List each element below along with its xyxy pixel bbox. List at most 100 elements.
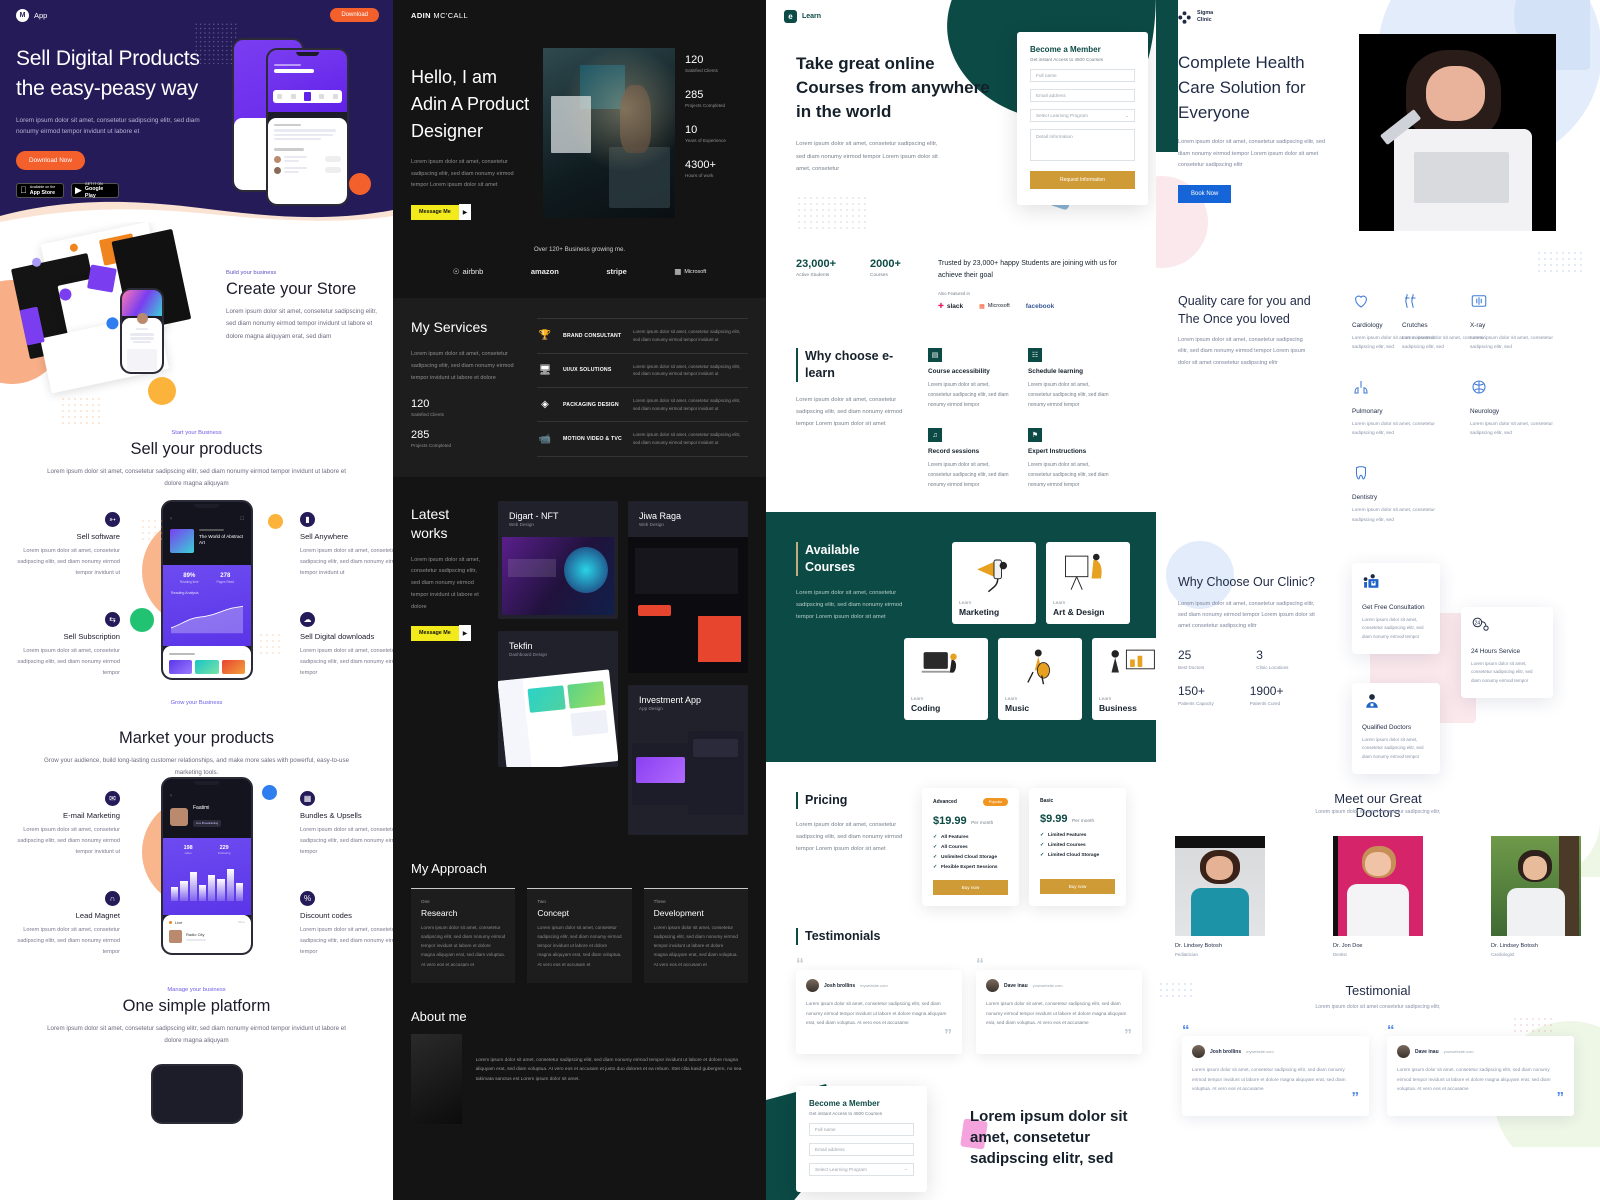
feature-text: Lorem ipsum dolor sit amet, consetetur s… [17, 927, 120, 955]
service-title: Pulmonary [1352, 408, 1383, 416]
wave-divider [0, 201, 393, 222]
service-row[interactable]: 📹 MOTION VIDEO & TVC Lorem ipsum dolor s… [537, 421, 748, 457]
featured-logos: ✚ slack ▦ Microsoft facebook [938, 302, 1126, 311]
phone-stat-2-label: Following [217, 851, 231, 856]
course-card-marketing[interactable]: Learn Marketing [952, 542, 1036, 625]
work-card-tekfin[interactable]: Tekfin Dashboard Design [498, 630, 618, 767]
testimonial-name: Dave inau [1004, 982, 1028, 989]
area-chart [170, 606, 244, 634]
teal-edge-decoration [1156, 0, 1178, 152]
course-card-coding[interactable]: Learn Coding [904, 638, 988, 721]
email-input[interactable]: Email address [1030, 89, 1135, 102]
service-title: Dentistry [1352, 494, 1378, 502]
megaphone-illustration [977, 559, 1008, 593]
page-title: Take great online Courses from anywhere … [796, 54, 990, 122]
phone-user: Faatimi [193, 805, 210, 811]
clinic-hero-section: Sigma Clinic Complete Health Care Solutio… [1156, 0, 1600, 286]
request-information-button[interactable]: Request Information [1030, 171, 1135, 189]
play-icon: ▶ [458, 625, 472, 642]
feature-bundles-upsells: ▦ Bundles & Upsells Lorem ipsum dolor si… [300, 791, 393, 858]
doctors-subtitle: Lorem ipsum dolor sit amet consetetur sa… [1315, 808, 1441, 815]
feature-sell-software: ➳ Sell software Lorem ipsum dolor sit am… [14, 512, 120, 579]
elearn-landing-page-column: e Learn Take great online Courses from a… [766, 0, 1156, 1200]
stat-item: 2000+ Courses [870, 258, 920, 310]
clinic-logo-label[interactable]: Sigma Clinic [1197, 10, 1213, 24]
portfolio-logo[interactable]: ADIN MC'CALL [411, 11, 748, 20]
dot-grid-decoration [796, 194, 868, 231]
brain-icon [1472, 380, 1486, 394]
service-text: Lorem ipsum dolor sit amet, consetetur s… [633, 329, 741, 342]
doctors-section: Meet our Great Doctors Lorem ipsum dolor… [1156, 781, 1600, 1001]
platform-section: Manage your business One simple platform… [0, 979, 393, 1124]
testimonial-card: Dave inau yourwebsite.com Lorem ipsum do… [976, 970, 1142, 1054]
testimonials-title: Testimonials [796, 928, 1142, 945]
service-text: Lorem ipsum dolor sit amet, consetetur s… [1352, 508, 1435, 523]
works-message-me-button[interactable]: Message Me ▶ [411, 625, 472, 642]
stat-label: Patients Cured [1249, 701, 1281, 707]
hero-stats: 120 Satisfied Clients 285 Projects Complet… [685, 48, 726, 220]
logo-mark-icon: e [784, 10, 797, 23]
plan-feature: ✓ Limited Cloud Storage [1040, 853, 1100, 859]
stat-value: 285 [411, 429, 430, 442]
magnet-icon: ∩ [105, 891, 120, 906]
trophy-icon: 🏆 [538, 330, 552, 342]
form-title: Become a Member [1030, 45, 1101, 54]
course-kicker: Learn [1053, 601, 1066, 607]
work-title: Jiwa Raga [639, 510, 682, 521]
service-row[interactable]: 🖥 UI/UX SOLUTIONS Lorem ipsum dolor sit … [537, 352, 748, 387]
message-me-button[interactable]: Message Me ▶ [411, 204, 472, 221]
phone-stat-1-label: Likes [184, 851, 192, 856]
buy-now-button[interactable]: Buy now [1040, 879, 1115, 895]
hero-paragraph: Lorem ipsum dolor sit amet, consetetur s… [1178, 139, 1326, 168]
work-card-jiwa-raga[interactable]: Jiwa Raga Web Design [628, 500, 748, 673]
full-name-input[interactable]: Full name [809, 1122, 914, 1136]
cursor-icon: ➳ [105, 512, 120, 527]
stat-item: 285 Projects Completed [411, 429, 523, 448]
doctor-card: Dr. Jon Doe Dentist [1333, 835, 1423, 957]
feature-text: Lorem ipsum dolor sit amet, consetetur s… [17, 548, 120, 576]
service-row[interactable]: 🏆 BRAND CONSULTANT Lorem ipsum dolor sit… [537, 318, 748, 352]
book-now-button[interactable]: Book Now [1178, 185, 1232, 204]
app-logo[interactable]: M App [16, 8, 47, 22]
work-card-investment-app[interactable]: Investment App App Design [628, 684, 748, 835]
buy-now-button[interactable]: Buy now [933, 880, 1008, 896]
trust-text: Trusted by 23,000+ happy Students are jo… [938, 260, 1117, 279]
market-phone-mockup: ‹ Faatimi Live Broadcasting 198 Likes 229… [161, 777, 253, 955]
download-now-button[interactable]: Download Now [16, 151, 85, 171]
avatar [806, 979, 819, 993]
work-card-digart[interactable]: Digart - NFT Web Design [498, 500, 618, 619]
testimonial-card: Josh brollins mywebsite.com Lorem ipsum … [796, 970, 962, 1054]
phone-stat-2: 278 [220, 573, 231, 580]
download-button[interactable]: Download [330, 8, 379, 22]
learning-program-select[interactable]: Select Learning Program ⌄ [1030, 109, 1135, 122]
course-card-art-design[interactable]: Learn Art & Design [1046, 542, 1130, 625]
hero-paragraph: Lorem ipsum dolor sit amet, consetetur s… [411, 159, 514, 189]
doctor-photo [1175, 835, 1265, 936]
service-text: Lorem ipsum dolor sit amet, consetetur s… [1470, 422, 1553, 437]
green-circle-decoration [130, 608, 154, 632]
detail-information-textarea[interactable]: Detail Information [1030, 129, 1135, 161]
check-icon: ✓ [1040, 853, 1045, 859]
why-feature-schedule-learning: ☷ Schedule learning Lorem ipsum dolor si… [1028, 348, 1112, 410]
testimonial-url: mywebsite.com [1246, 1049, 1274, 1055]
guitarist-illustration [1027, 649, 1050, 685]
hero-photo [543, 48, 675, 218]
learning-program-select[interactable]: Select Learning Program ⌄ [809, 1162, 914, 1176]
stat-item: 120 Satisfied Clients [685, 54, 726, 73]
feature-text: Lorem ipsum dolor sit amet, consetetur s… [300, 548, 393, 576]
clinic-logo-icon [1178, 10, 1191, 24]
course-card-business[interactable]: Learn Business [1092, 638, 1156, 721]
course-card-music[interactable]: Learn Music [998, 638, 1082, 721]
quality-title: Quality care for you and The Once you lo… [1178, 294, 1311, 327]
brand-label: airbnb [462, 267, 484, 277]
input-placeholder: Email address [1036, 93, 1066, 98]
approach-number: One [421, 898, 430, 904]
email-input[interactable]: Email address [809, 1142, 914, 1156]
stat-item: 285 Projects Completed [685, 89, 726, 108]
testimonial-card: Josh brollins mywebsite.com Lorem ipsum … [1182, 1036, 1369, 1116]
full-name-input[interactable]: Full name [1030, 69, 1135, 82]
market-title: Market your products [119, 729, 274, 747]
service-row[interactable]: ◈ PACKAGING DESIGN Lorem ipsum dolor sit… [537, 387, 748, 421]
feature-discount-codes: % Discount codes Lorem ipsum dolor sit a… [300, 891, 393, 958]
stat-item: 25 Best Doctors [1178, 648, 1204, 670]
